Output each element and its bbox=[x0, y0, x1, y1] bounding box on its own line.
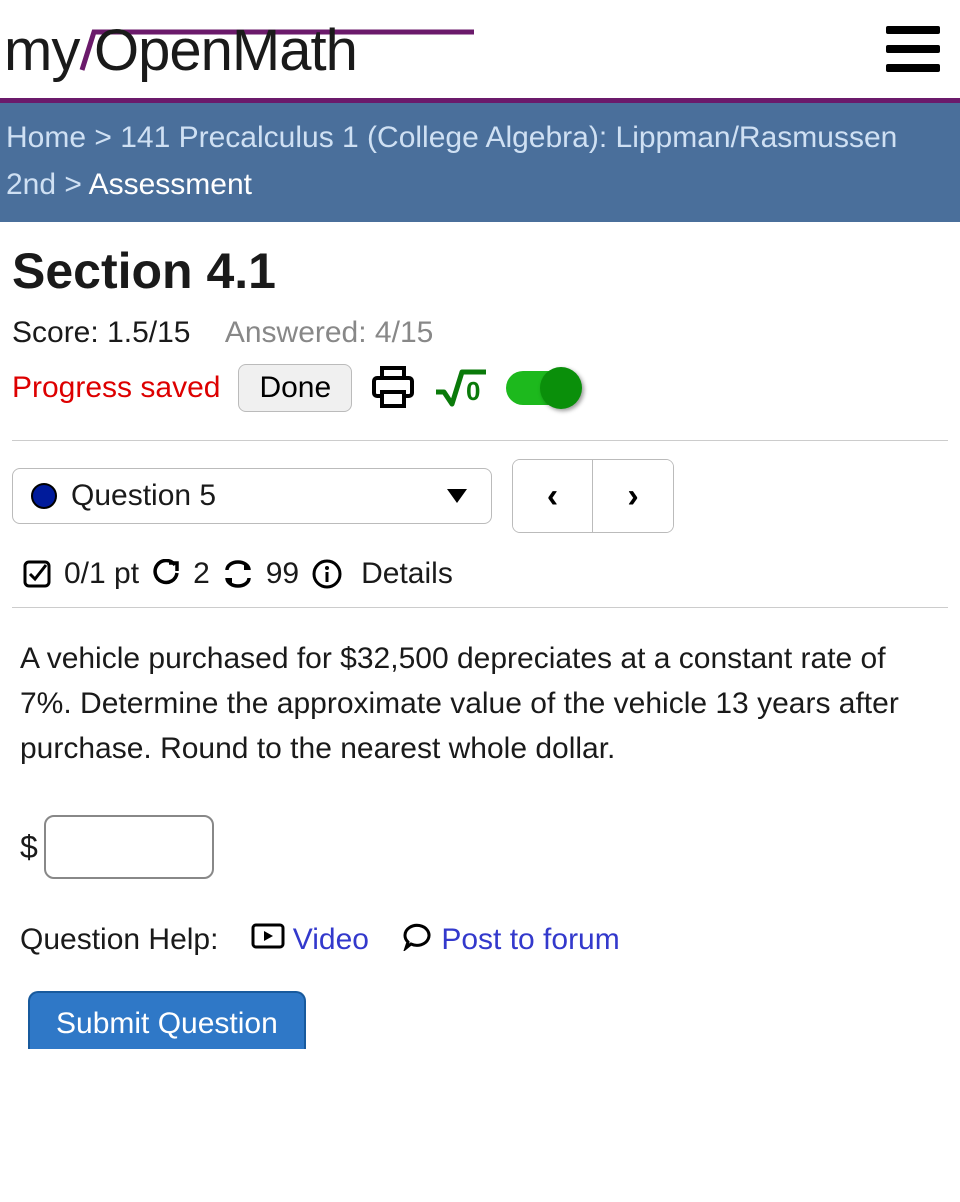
question-selector[interactable]: Question 5 bbox=[12, 468, 492, 524]
tries-value: 2 bbox=[193, 557, 210, 591]
chevron-down-icon bbox=[447, 489, 467, 503]
prev-question-button[interactable]: ‹ bbox=[513, 460, 593, 532]
progress-saved-text: Progress saved bbox=[12, 371, 220, 405]
attempts-value: 99 bbox=[266, 557, 299, 591]
question-text: A vehicle purchased for $32,500 deprecia… bbox=[12, 636, 948, 771]
checkbox-icon bbox=[22, 559, 52, 589]
svg-text:my: my bbox=[4, 18, 80, 83]
menu-icon[interactable] bbox=[886, 26, 940, 72]
answered-label: Answered: bbox=[225, 316, 367, 349]
svg-text:OpenMath: OpenMath bbox=[94, 18, 357, 83]
breadcrumb: Home > 141 Precalculus 1 (College Algebr… bbox=[0, 103, 960, 222]
chat-icon bbox=[401, 921, 433, 959]
help-label: Question Help: bbox=[20, 923, 218, 957]
answer-prefix: $ bbox=[20, 829, 38, 866]
print-icon[interactable] bbox=[370, 366, 416, 410]
svg-text:0: 0 bbox=[466, 376, 480, 406]
question-meta: 0/1 pt 2 99 Details bbox=[12, 551, 948, 608]
regen-icon bbox=[222, 559, 254, 589]
answered-value: 4/15 bbox=[375, 316, 433, 349]
page-title: Section 4.1 bbox=[12, 242, 948, 300]
answer-input[interactable] bbox=[44, 815, 214, 879]
done-button[interactable]: Done bbox=[238, 364, 352, 412]
question-nav: ‹ › bbox=[512, 459, 674, 533]
score-label: Score: bbox=[12, 316, 99, 349]
score-line: Score: 1.5/15 Answered: 4/15 bbox=[12, 316, 948, 350]
submit-question-button[interactable]: Submit Question bbox=[28, 991, 306, 1049]
logo[interactable]: my OpenMath bbox=[4, 8, 484, 90]
next-question-button[interactable]: › bbox=[593, 460, 673, 532]
top-bar: my OpenMath bbox=[0, 0, 960, 103]
info-icon[interactable] bbox=[311, 558, 343, 590]
video-icon bbox=[251, 923, 285, 957]
forum-help-link[interactable]: Post to forum bbox=[401, 921, 619, 959]
score-value: 1.5/15 bbox=[107, 316, 190, 349]
details-link[interactable]: Details bbox=[361, 557, 453, 591]
math-input-toggle[interactable] bbox=[506, 371, 578, 405]
question-selector-label: Question 5 bbox=[71, 479, 216, 513]
video-help-link[interactable]: Video bbox=[251, 923, 369, 957]
breadcrumb-home[interactable]: Home bbox=[6, 121, 86, 154]
math-input-icon: 0 bbox=[434, 366, 488, 410]
status-dot-icon bbox=[31, 483, 57, 509]
points-value: 0/1 pt bbox=[64, 557, 139, 591]
breadcrumb-current: Assessment bbox=[89, 168, 252, 201]
retry-icon bbox=[151, 559, 181, 589]
